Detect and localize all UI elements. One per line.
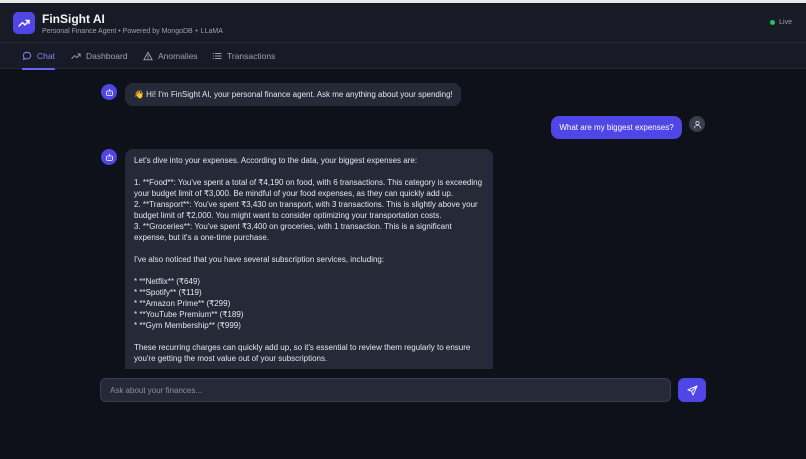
user-avatar (689, 116, 705, 132)
message-line: * **YouTube Premium** (₹189) (134, 310, 244, 319)
message-line: These recurring charges can quickly add … (134, 343, 471, 352)
app-title: FinSight AI (42, 12, 105, 26)
tab-dashboard-label: Dashboard (86, 51, 128, 61)
message-line: * **Amazon Prime** (₹299) (134, 299, 231, 308)
message-line: your budget limit of ₹3,000. Be mindful … (134, 189, 454, 198)
message-gap (134, 265, 484, 276)
chat-bubble-icon (22, 51, 32, 61)
tab-chat[interactable]: Chat (22, 43, 55, 70)
bot-avatar (101, 149, 117, 165)
message-line: I've also noticed that you have several … (134, 255, 385, 264)
tab-transactions[interactable]: Transactions (212, 43, 275, 69)
message-gap (134, 243, 484, 254)
list-icon (212, 53, 222, 59)
tab-anomalies[interactable]: Anomalies (143, 43, 198, 69)
trend-up-icon (71, 53, 81, 59)
message-line: 1. **Food**: You've spent a total of ₹4,… (134, 178, 483, 187)
message-line: 2. **Transport**: You've spent ₹3,430 on… (134, 200, 478, 209)
app-header: FinSight AI Personal Finance Agent • Pow… (0, 3, 806, 43)
message-line: budget limit of ₹2,000. You might want t… (134, 211, 442, 220)
send-icon (686, 384, 698, 396)
live-dot-icon (770, 20, 776, 25)
message-line: you're getting the most value out of you… (134, 354, 328, 363)
message-line: * **Gym Membership** (₹999) (134, 321, 241, 330)
bot-message: 👋 Hi! I'm FinSight AI, your personal fin… (125, 83, 461, 106)
nav-tabs: Chat Dashboard Anomalies Transactions (0, 43, 806, 70)
chat-input-wrapper (100, 378, 671, 402)
message-gap (134, 331, 484, 342)
message-line: Let's dive into your expenses. According… (134, 156, 418, 165)
tab-anomalies-label: Anomalies (158, 51, 198, 61)
message-line: * **Spotify** (₹119) (134, 288, 202, 297)
bot-message: Let's dive into your expenses. According… (125, 149, 493, 369)
message-line: expense, but it's a one-time purchase. (134, 233, 269, 242)
warning-triangle-icon (143, 51, 153, 61)
user-message: What are my biggest expenses? (551, 116, 682, 139)
send-button[interactable] (678, 378, 706, 402)
app-subtitle: Personal Finance Agent • Powered by Mong… (42, 28, 223, 35)
bot-avatar (101, 84, 117, 100)
bot-icon (105, 88, 113, 96)
message-line: 👋 Hi! I'm FinSight AI, your personal fin… (134, 90, 453, 99)
live-status-label: Live (779, 19, 792, 26)
message-line: * **Netflix** (₹649) (134, 277, 201, 286)
tab-chat-label: Chat (37, 51, 55, 61)
tab-dashboard[interactable]: Dashboard (71, 43, 128, 69)
tab-transactions-label: Transactions (227, 51, 276, 61)
bot-icon (105, 153, 113, 161)
chat-input[interactable] (101, 379, 670, 401)
live-status: Live (770, 19, 792, 26)
user-icon (693, 120, 701, 128)
message-gap (134, 166, 484, 177)
user-message-text: What are my biggest expenses? (559, 123, 674, 132)
logo-trend-icon (13, 12, 35, 34)
message-line: 3. **Groceries**: You've spent ₹3,400 on… (134, 222, 452, 231)
